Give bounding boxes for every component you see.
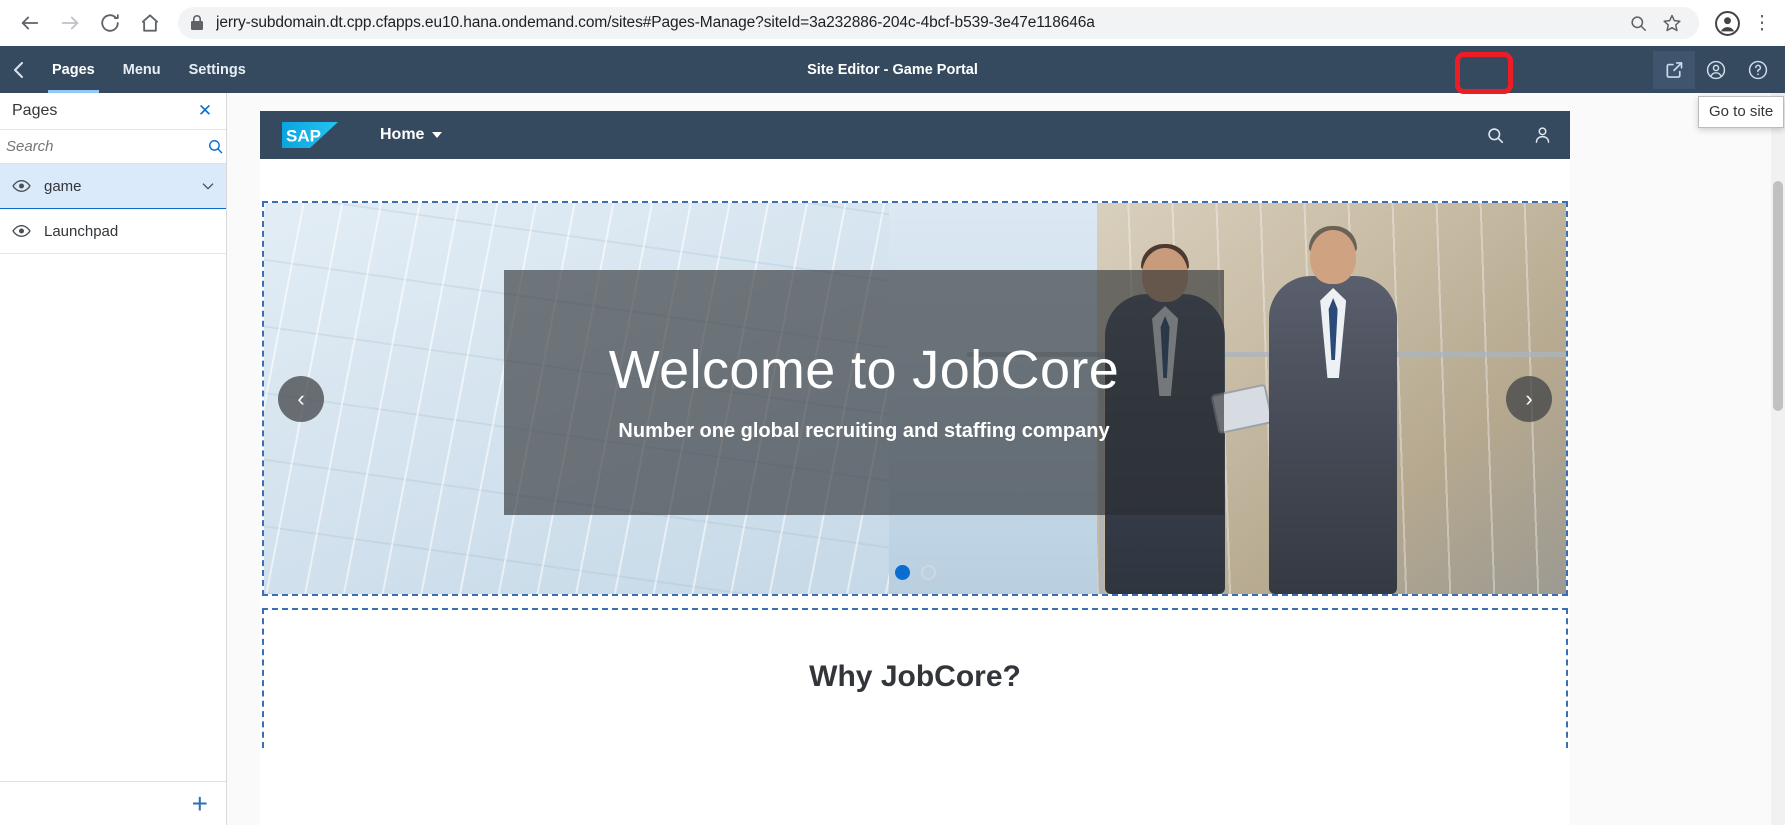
page-zoom-icon[interactable] [1623,8,1653,38]
page-list: game Launchpad [0,164,226,781]
search-input[interactable] [2,138,207,155]
help-button[interactable] [1737,51,1779,89]
sap-logo-icon: SAP [282,122,338,148]
sap-logo: SAP [282,122,338,148]
editor-tabs: Pages Menu Settings [38,46,260,93]
search-icon[interactable] [207,136,224,158]
lock-icon [190,15,204,31]
app-body: Pages ✕ game [0,93,1785,825]
canvas-scrollbar[interactable] [1771,93,1785,825]
tab-settings-label: Settings [188,61,246,78]
carousel-next-button[interactable]: › [1506,375,1552,422]
carousel-dots [264,565,1566,580]
shellbar-search-icon[interactable] [1486,126,1505,145]
carousel-dot-1[interactable] [894,565,910,580]
bookmark-star-icon[interactable] [1657,8,1687,38]
preview-spacer [260,159,1570,201]
profile-avatar-icon[interactable] [1709,5,1745,41]
eye-icon[interactable] [8,224,34,238]
user-circle-icon [1706,60,1726,79]
list-item-label: game [44,177,82,195]
hero-text-overlay: Welcome to JobCore Number one global rec… [504,270,1224,515]
arrow-right-icon [61,16,79,30]
browser-toolbar: jerry-subdomain.dt.cpp.cfapps.eu10.hana.… [0,0,1785,46]
hero-person-2 [1269,226,1398,594]
shellbar-actions [1486,125,1552,145]
chevron-left-icon: ‹ [297,385,305,411]
why-section: Why JobCore? [262,608,1568,748]
forward-button[interactable] [50,3,90,43]
chevron-right-icon: › [1525,385,1533,411]
shellbar-user-icon[interactable] [1533,125,1552,145]
list-item-label: Launchpad [44,222,119,240]
canvas-scrollbar-thumb[interactable] [1773,181,1783,411]
chevron-left-icon [13,61,24,78]
external-link-icon [1665,62,1682,78]
user-account-button[interactable] [1695,51,1737,89]
tooltip-go-to-site: Go to site [1698,96,1785,128]
close-icon[interactable]: ✕ [194,100,216,122]
reload-button[interactable] [90,3,130,43]
tab-pages[interactable]: Pages [38,46,109,93]
sap-shellbar: SAP Home [260,111,1570,159]
tab-menu-label: Menu [122,61,161,78]
page-title: Site Editor - Game Portal [807,61,978,78]
app-header: Pages Menu Settings Site Editor - Game P… [0,46,1785,93]
header-actions [1653,46,1785,93]
browser-menu-icon[interactable]: ⋮ [1749,5,1775,41]
hero-carousel: Welcome to JobCore Number one global rec… [262,201,1568,596]
question-circle-icon [1748,60,1768,79]
side-panel-footer: + [0,781,226,825]
tab-pages-label: Pages [52,61,95,78]
url-text: jerry-subdomain.dt.cpp.cfapps.eu10.hana.… [216,14,1095,31]
search-row [0,130,226,164]
list-item-launchpad[interactable]: Launchpad [0,209,226,254]
carousel-prev-button[interactable]: ‹ [278,375,324,422]
hero-title: Welcome to JobCore [608,339,1120,400]
list-item-game[interactable]: game [0,164,226,209]
tab-settings[interactable]: Settings [175,46,260,93]
arrow-left-icon [21,16,39,30]
reload-icon [101,14,119,32]
back-button[interactable] [10,3,50,43]
chevron-down-icon[interactable] [200,178,216,194]
editor-back-button[interactable] [0,46,38,93]
shellbar-home-menu[interactable]: Home [380,126,443,144]
shellbar-home-label: Home [380,126,425,143]
svg-text:SAP: SAP [286,127,321,146]
tab-menu[interactable]: Menu [109,46,175,93]
add-page-button[interactable]: + [192,789,208,818]
go-to-site-button[interactable] [1653,50,1695,89]
pages-side-panel: Pages ✕ game [0,93,227,825]
home-icon [141,14,159,32]
site-preview-frame: SAP Home Welcome to JobCore Number one g… [260,111,1570,825]
side-panel-header: Pages ✕ [0,93,226,130]
address-bar[interactable]: jerry-subdomain.dt.cpp.cfapps.eu10.hana.… [178,7,1699,39]
carousel-dot-2[interactable] [920,565,936,580]
preview-canvas: SAP Home Welcome to JobCore Number one g… [227,93,1785,825]
why-section-title: Why JobCore? [809,660,1021,693]
home-button[interactable] [130,3,170,43]
caret-down-icon [432,132,443,138]
eye-icon[interactable] [8,179,34,193]
hero-subtitle: Number one global recruiting and staffin… [618,420,1110,443]
side-panel-title: Pages [12,102,58,119]
